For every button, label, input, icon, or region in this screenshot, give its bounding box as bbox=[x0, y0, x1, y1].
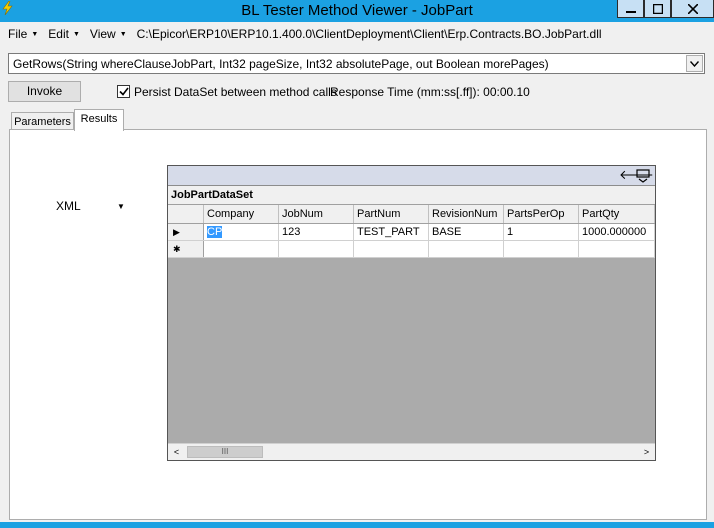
menu-view-label: View bbox=[89, 27, 116, 41]
maximize-button[interactable] bbox=[644, 0, 671, 18]
new-cell[interactable] bbox=[579, 241, 655, 257]
grid-header-row: Company JobNum PartNum RevisionNum Parts… bbox=[168, 205, 655, 224]
tab-results[interactable]: Results bbox=[74, 109, 124, 131]
column-header-revisionnum[interactable]: RevisionNum bbox=[429, 205, 504, 223]
cell-company[interactable]: CP bbox=[204, 224, 279, 240]
horizontal-scrollbar[interactable]: < III > bbox=[168, 443, 655, 460]
new-cell[interactable] bbox=[429, 241, 504, 257]
new-cell[interactable] bbox=[279, 241, 354, 257]
dataset-name: JobPartDataSet bbox=[168, 186, 655, 205]
title-bar: BL Tester Method Viewer - JobPart bbox=[0, 0, 714, 22]
method-select[interactable]: GetRows(String whereClauseJobPart, Int32… bbox=[8, 53, 705, 74]
menu-view-caret-icon: ▼ bbox=[119, 30, 127, 38]
menu-file-caret-icon: ▼ bbox=[31, 30, 39, 38]
cell-partsperop[interactable]: 1 bbox=[504, 224, 579, 240]
close-button[interactable] bbox=[671, 0, 714, 18]
minimize-icon bbox=[625, 10, 636, 13]
menu-edit-caret-icon: ▼ bbox=[72, 30, 80, 38]
invoke-button[interactable]: Invoke bbox=[8, 81, 81, 102]
menu-file[interactable]: File ▼ bbox=[8, 27, 38, 41]
checkmark-icon bbox=[118, 87, 129, 96]
column-header-partsperop[interactable]: PartsPerOp bbox=[504, 205, 579, 223]
output-format-caret-icon[interactable]: ▼ bbox=[117, 202, 125, 211]
grid-caption-bar: 🡐 bbox=[168, 166, 655, 186]
new-row-asterisk-icon: ✱ bbox=[168, 241, 204, 257]
row-header-corner bbox=[168, 205, 204, 223]
cell-partqty[interactable]: 1000.000000 bbox=[579, 224, 655, 240]
new-row[interactable]: ✱ bbox=[168, 241, 655, 258]
cell-jobnum[interactable]: 123 bbox=[279, 224, 354, 240]
minimize-button[interactable] bbox=[617, 0, 644, 18]
persist-dataset-checkbox[interactable] bbox=[117, 85, 130, 98]
close-icon bbox=[687, 3, 698, 14]
column-header-company[interactable]: Company bbox=[204, 205, 279, 223]
maximize-icon bbox=[652, 3, 663, 14]
results-data-grid: 🡐 JobPartDataSet Company JobNum PartNum … bbox=[167, 165, 656, 461]
scroll-right-icon[interactable]: > bbox=[638, 444, 655, 460]
new-cell[interactable] bbox=[354, 241, 429, 257]
output-format-select[interactable]: XML bbox=[56, 199, 81, 213]
persist-dataset-label: Persist DataSet between method calls bbox=[134, 85, 337, 99]
menu-file-label: File bbox=[8, 27, 28, 41]
menu-view[interactable]: View ▼ bbox=[90, 27, 127, 41]
new-cell[interactable] bbox=[204, 241, 279, 257]
menu-bar: File ▼ Edit ▼ View ▼ C:\Epicor\ERP10\ERP… bbox=[0, 22, 714, 46]
method-dropdown-button[interactable] bbox=[686, 55, 703, 72]
window-title: BL Tester Method Viewer - JobPart bbox=[241, 2, 473, 19]
cell-company-value: CP bbox=[207, 226, 223, 238]
column-header-partqty[interactable]: PartQty bbox=[579, 205, 655, 223]
client-area: File ▼ Edit ▼ View ▼ C:\Epicor\ERP10\ERP… bbox=[0, 22, 714, 522]
scroll-left-icon[interactable]: < bbox=[168, 444, 185, 460]
cell-revisionnum[interactable]: BASE bbox=[429, 224, 504, 240]
new-cell[interactable] bbox=[504, 241, 579, 257]
current-row-indicator-icon: ▶ bbox=[168, 224, 204, 240]
table-row[interactable]: ▶ CP 123 TEST_PART BASE 1 1000.000000 bbox=[168, 224, 655, 241]
menu-edit[interactable]: Edit ▼ bbox=[48, 27, 80, 41]
column-header-partnum[interactable]: PartNum bbox=[354, 205, 429, 223]
column-header-jobnum[interactable]: JobNum bbox=[279, 205, 354, 223]
dll-path: C:\Epicor\ERP10\ERP10.1.400.0\ClientDepl… bbox=[136, 27, 602, 41]
chevron-down-icon bbox=[690, 60, 699, 67]
cell-partnum[interactable]: TEST_PART bbox=[354, 224, 429, 240]
grid-caption-toggle-icon[interactable] bbox=[636, 169, 650, 183]
method-select-value: GetRows(String whereClauseJobPart, Int32… bbox=[13, 57, 549, 71]
menu-edit-label: Edit bbox=[48, 27, 69, 41]
response-time-label: Response Time (mm:ss[.ff]): 00:00.10 bbox=[330, 85, 530, 99]
scroll-thumb[interactable]: III bbox=[187, 446, 263, 458]
